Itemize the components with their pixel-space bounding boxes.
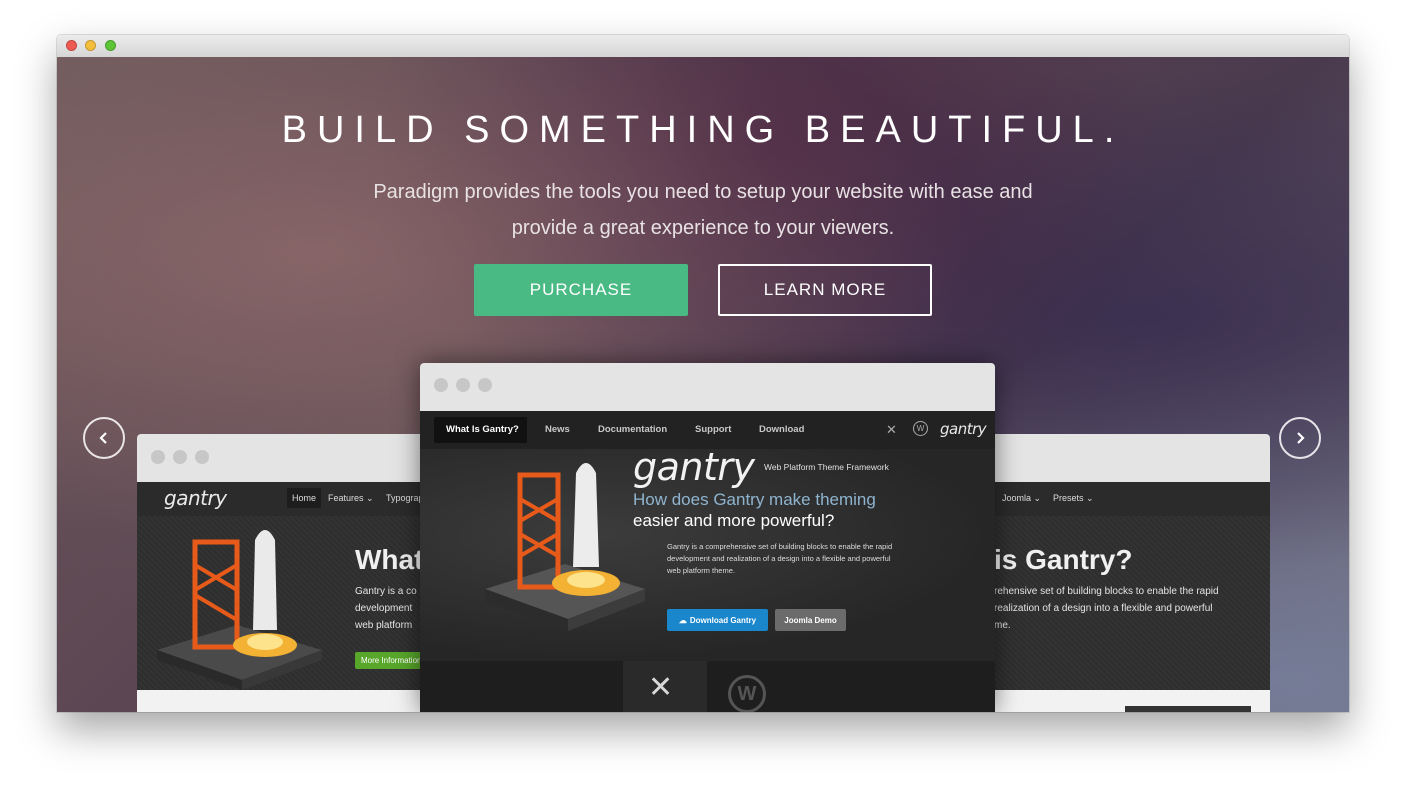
gantry-logo: gantry — [164, 486, 227, 510]
chevron-down-icon: ⌄ — [1086, 493, 1094, 503]
back-nav-joomla[interactable]: Joomla ⌄ — [1002, 493, 1041, 504]
back-body-right-line-2: realization of a design into a flexible … — [994, 603, 1213, 614]
back-body-text-left: Gantry is a co development web platform — [355, 583, 417, 634]
back-body-left-line-3: web platform — [355, 620, 413, 631]
joomla-icon[interactable]: ✕ — [886, 422, 897, 438]
browser-window: BUILD SOMETHING BEAUTIFUL. Paradigm prov… — [57, 35, 1349, 712]
front-screenshot-frame: What Is Gantry? News Documentation Suppo… — [420, 363, 995, 712]
minimize-window-button[interactable] — [85, 40, 96, 51]
back-body-right-line-3: me. — [994, 620, 1011, 631]
joomla-demo-button[interactable]: Joomla Demo — [775, 609, 846, 631]
wordpress-icon[interactable]: W — [913, 421, 928, 436]
window-titlebar — [57, 35, 1349, 58]
back-nav-joomla-label: Joomla — [1002, 493, 1032, 503]
frame-dot — [434, 378, 448, 392]
frame-dot — [195, 450, 209, 464]
frame-dot — [456, 378, 470, 392]
joomla-icon: ✕ — [648, 671, 674, 704]
back-nav-home[interactable]: Home — [287, 488, 322, 508]
cloud-download-icon: ☁ — [678, 615, 687, 625]
front-gantry-logo: gantry — [633, 445, 755, 489]
front-nav-download[interactable]: Download — [759, 424, 804, 435]
rocket-launch-illustration — [485, 463, 645, 631]
back-heading-right: is Gantry? — [994, 544, 1133, 575]
back-body-right-line-1: rehensive set of building blocks to enab… — [994, 586, 1219, 597]
chevron-right-icon — [1297, 432, 1305, 444]
download-gantry-label: Download Gantry — [689, 615, 757, 625]
chevron-down-icon: ⌄ — [366, 493, 374, 503]
front-desc-line-1: Gantry is a comprehensive set of buildin… — [667, 542, 893, 551]
chevron-left-icon — [99, 432, 107, 444]
back-body-left-line-1: Gantry is a co — [355, 586, 417, 597]
front-tagline-line-2: easier and more powerful? — [633, 511, 835, 530]
carousel-next-button[interactable] — [1279, 417, 1321, 459]
rocket-launch-illustration — [157, 530, 322, 690]
learn-more-button[interactable]: LEARN MORE — [718, 264, 932, 316]
close-window-button[interactable] — [66, 40, 77, 51]
back-nav-typography[interactable]: Typograp — [386, 493, 424, 503]
front-nav-gantry-logo: gantry — [940, 420, 987, 438]
front-site-bottom: ✕ W — [420, 661, 995, 712]
back-heading-left: What — [355, 544, 424, 575]
back-nav-presets[interactable]: Presets ⌄ — [1053, 493, 1094, 504]
front-tagline: How does Gantry make theming easier and … — [633, 489, 876, 531]
zoom-window-button[interactable] — [105, 40, 116, 51]
front-nav-support[interactable]: Support — [695, 424, 731, 435]
front-frame-bar — [420, 363, 995, 411]
front-nav-what-is-gantry[interactable]: What Is Gantry? — [446, 424, 519, 435]
wordpress-icon[interactable]: W — [728, 675, 766, 712]
purchase-button[interactable]: PURCHASE — [474, 264, 688, 316]
hero-subtext-line-1: Paradigm provides the tools you need to … — [373, 181, 1033, 203]
front-desc-line-2: development and realization of a design … — [667, 554, 891, 563]
frame-dot — [173, 450, 187, 464]
hero-subtext-line-2: provide a great experience to your viewe… — [511, 217, 895, 239]
hero-subtext: Paradigm provides the tools you need to … — [57, 174, 1349, 246]
hero-section: BUILD SOMETHING BEAUTIFUL. Paradigm prov… — [57, 57, 1349, 712]
front-nav-documentation[interactable]: Documentation — [598, 424, 667, 435]
back-body-left-line-2: development — [355, 603, 413, 614]
chevron-down-icon: ⌄ — [1033, 493, 1042, 503]
front-logo-subtitle: Web Platform Theme Framework — [764, 462, 889, 472]
download-gantry-button[interactable]: ☁ Download Gantry — [667, 609, 768, 631]
front-desc-line-3: web platform theme. — [667, 566, 735, 575]
back-body-text-right: rehensive set of building blocks to enab… — [994, 583, 1219, 634]
back-nav-presets-label: Presets — [1053, 493, 1084, 503]
hero-headline: BUILD SOMETHING BEAUTIFUL. — [281, 109, 1125, 151]
carousel-prev-button[interactable] — [83, 417, 125, 459]
joomla-tile[interactable]: ✕ — [623, 661, 707, 712]
front-nav-news[interactable]: News — [545, 424, 570, 435]
more-information-button[interactable]: More Information — [355, 652, 428, 669]
frame-dot — [478, 378, 492, 392]
front-tagline-line-1: How does Gantry make theming — [633, 490, 876, 509]
back-nav-features[interactable]: Features ⌄ — [328, 493, 374, 504]
front-description: Gantry is a comprehensive set of buildin… — [667, 541, 892, 577]
back-nav-features-label: Features — [328, 493, 364, 503]
back-footer-bar — [1125, 706, 1251, 712]
frame-dot — [151, 450, 165, 464]
front-site-nav: What Is Gantry? News Documentation Suppo… — [420, 411, 995, 449]
